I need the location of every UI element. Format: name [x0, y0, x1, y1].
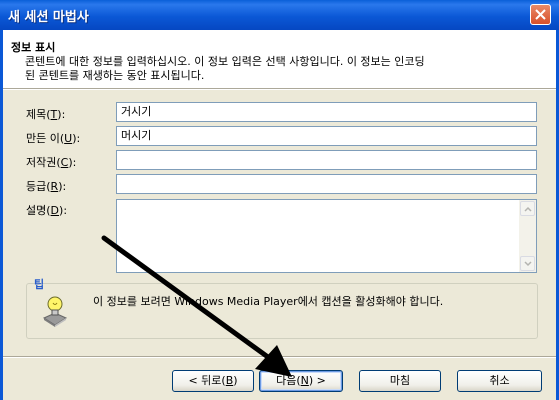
wizard-header: 정보 표시 콘텐트에 대한 정보를 입력하십시오. 이 정보 입력은 선택 사항… [3, 30, 556, 88]
author-input[interactable]: 머시기 [116, 126, 537, 146]
window-title: 새 세션 마법사 [8, 10, 89, 25]
wizard-window: 새 세션 마법사 정보 표시 콘텐트에 대한 정보를 입력하십시오. 이 정보 … [0, 0, 559, 400]
close-icon [535, 9, 546, 20]
page-description-line-1: 콘텐트에 대한 정보를 입력하십시오. 이 정보 입력은 선택 사항입니다. 이… [25, 55, 425, 68]
tip-label: 팁 [34, 278, 45, 291]
description-scrollbar[interactable] [519, 200, 536, 272]
finish-button[interactable]: 마침 [359, 370, 441, 392]
rating-input[interactable] [116, 174, 537, 194]
page-description: 콘텐트에 대한 정보를 입력하십시오. 이 정보 입력은 선택 사항입니다. 이… [25, 55, 545, 83]
rating-label: 등급(R): [26, 180, 67, 193]
close-button[interactable] [530, 4, 551, 25]
author-label: 만든 이(U): [26, 132, 81, 145]
tip-text: 이 정보를 보려면 Windows Media Player에서 캡션을 활성화… [93, 295, 444, 308]
chevron-up-icon [524, 206, 532, 212]
description-label: 설명(D): [26, 204, 68, 217]
next-button[interactable]: 다음(N) > [259, 370, 343, 392]
description-textarea[interactable] [116, 199, 537, 273]
chevron-down-icon [524, 261, 532, 267]
header-divider [3, 88, 556, 90]
tip-box: 이 정보를 보려면 Windows Media Player에서 캡션을 활성화… [26, 283, 538, 339]
page-description-line-2: 된 콘텐트를 재생하는 동안 표시됩니다. [25, 69, 205, 82]
copyright-input[interactable] [116, 150, 537, 170]
title-label: 제목(T): [26, 108, 66, 121]
page-title: 정보 표시 [11, 41, 56, 54]
cancel-button[interactable]: 취소 [457, 370, 542, 392]
scroll-down-button[interactable] [520, 256, 535, 271]
title-bar[interactable]: 새 세션 마법사 [0, 0, 559, 30]
title-input[interactable]: 거시기 [116, 102, 537, 122]
back-button[interactable]: < 뒤로(B) [172, 370, 254, 392]
copyright-label: 저작권(C): [26, 156, 77, 169]
lightbulb-icon [42, 296, 68, 327]
scroll-up-button[interactable] [520, 201, 535, 216]
footer-divider [3, 356, 556, 358]
